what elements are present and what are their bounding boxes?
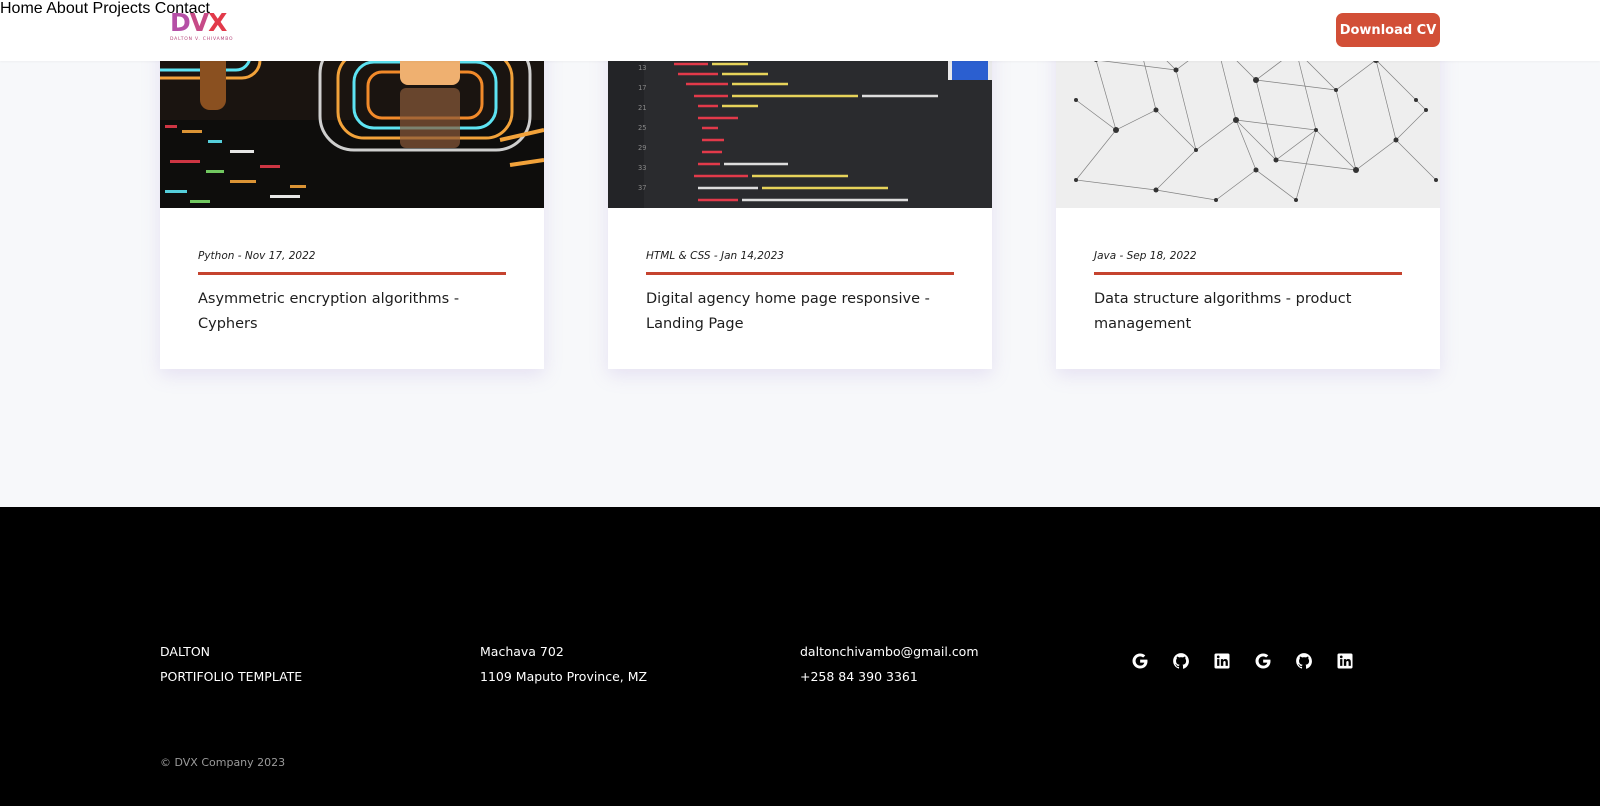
- download-cv-button[interactable]: Download CV: [1336, 13, 1440, 47]
- github-icon[interactable]: [1295, 650, 1336, 672]
- card-body: Python - Nov 17, 2022 Asymmetric encrypt…: [198, 250, 506, 337]
- logo-letter-v: V: [189, 8, 209, 37]
- logo-subtitle: DALTON V. CHIVAMBO: [170, 37, 234, 42]
- logo-letter-d: D: [170, 8, 191, 37]
- copyright: © DVX Company 2023: [160, 756, 286, 769]
- footer-contact: daltonchivambo@gmail.com +258 84 390 336…: [800, 639, 979, 689]
- footer-name: DALTON: [160, 644, 211, 659]
- linkedin-icon[interactable]: [1336, 650, 1377, 672]
- google-icon[interactable]: [1254, 650, 1295, 672]
- svg-text:25: 25: [638, 124, 646, 132]
- svg-text:13: 13: [638, 64, 646, 72]
- nav-home[interactable]: Home: [0, 0, 43, 17]
- card-meta: HTML & CSS - Jan 14,2023: [646, 250, 784, 262]
- svg-text:17: 17: [638, 84, 646, 92]
- footer-tagline: PORTIFOLIO TEMPLATE: [160, 669, 303, 684]
- card-meta: Python - Nov 17, 2022: [198, 250, 316, 262]
- card-divider: [1094, 272, 1402, 275]
- footer-brand: DALTON PORTIFOLIO TEMPLATE: [160, 639, 302, 689]
- site-footer: DALTON PORTIFOLIO TEMPLATE Machava 702 1…: [0, 507, 1600, 806]
- card-divider: [198, 272, 506, 275]
- logo[interactable]: D V X DALTON V. CHIVAMBO: [170, 10, 242, 44]
- nav-projects[interactable]: Projects: [93, 0, 151, 17]
- card-title[interactable]: Data structure algorithms - product mana…: [1094, 287, 1402, 337]
- linkedin-icon[interactable]: [1213, 650, 1254, 672]
- card-body: HTML & CSS - Jan 14,2023 Digital agency …: [646, 250, 954, 337]
- logo-mark: D V X: [170, 10, 242, 35]
- svg-text:37: 37: [638, 184, 646, 192]
- card-title[interactable]: Digital agency home page responsive - La…: [646, 287, 954, 337]
- card-meta: Java - Sep 18, 2022: [1094, 250, 1197, 262]
- social-links: [1131, 650, 1377, 672]
- svg-text:33: 33: [638, 164, 646, 172]
- address-line-1: Machava 702: [480, 644, 564, 659]
- logo-letter-x: X: [208, 8, 227, 37]
- footer-email[interactable]: daltonchivambo@gmail.com: [800, 639, 979, 664]
- footer-address: Machava 702 1109 Maputo Province, MZ: [480, 639, 647, 689]
- card-divider: [646, 272, 954, 275]
- google-icon[interactable]: [1131, 650, 1172, 672]
- card-title[interactable]: Asymmetric encryption algorithms - Cyphe…: [198, 287, 506, 337]
- card-body: Java - Sep 18, 2022 Data structure algor…: [1094, 250, 1402, 337]
- svg-text:29: 29: [638, 144, 646, 152]
- footer-phone[interactable]: +258 84 390 3361: [800, 664, 979, 689]
- address-line-2: 1109 Maputo Province, MZ: [480, 669, 648, 684]
- site-header: D V X DALTON V. CHIVAMBO Home About Proj…: [0, 0, 1600, 61]
- nav-about[interactable]: About: [46, 0, 88, 17]
- github-icon[interactable]: [1172, 650, 1213, 672]
- svg-text:21: 21: [638, 104, 646, 112]
